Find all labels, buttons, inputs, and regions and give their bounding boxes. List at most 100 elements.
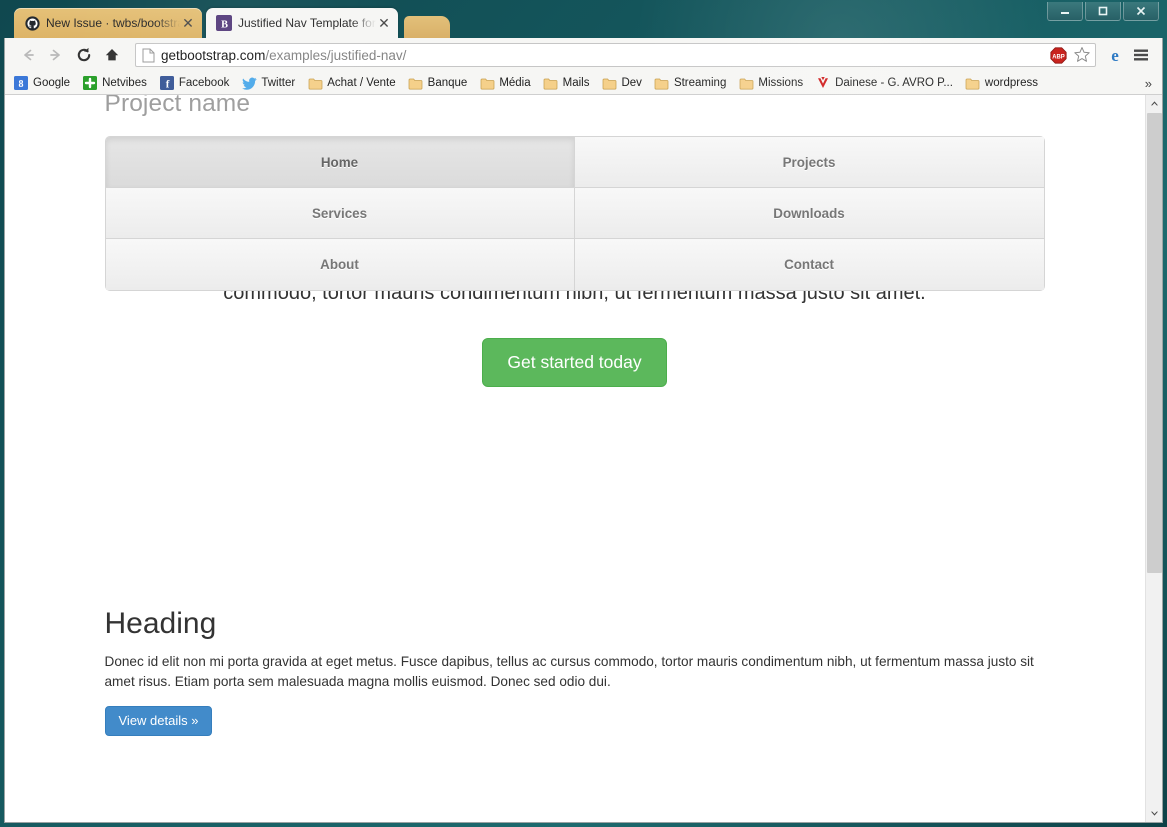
nav-item-contact[interactable]: Contact: [574, 239, 1044, 290]
bookmark-dev[interactable]: Dev: [601, 75, 642, 91]
bookmark-facebook[interactable]: f Facebook: [159, 75, 230, 91]
close-icon[interactable]: ✕: [180, 16, 196, 30]
get-started-button[interactable]: Get started today: [482, 338, 667, 388]
page-document-icon: [142, 48, 155, 63]
scroll-down-arrow-icon[interactable]: [1146, 805, 1162, 822]
marketing-section: Heading Donec id elit non mi porta gravi…: [104, 607, 1045, 736]
bookmark-banque[interactable]: Banque: [408, 75, 468, 91]
nav-item-label: Contact: [784, 257, 834, 272]
maximize-button[interactable]: [1085, 2, 1121, 21]
browser-tab-github[interactable]: New Issue · twbs/bootstra ✕: [14, 8, 202, 38]
folder-icon: [738, 75, 754, 91]
folder-icon: [408, 75, 424, 91]
marketing-sections: Heading Donec id elit non mi porta gravi…: [104, 607, 1045, 822]
folder-icon: [479, 75, 495, 91]
view-details-button[interactable]: View details »: [104, 705, 213, 736]
folder-icon: [965, 75, 981, 91]
new-tab-button[interactable]: [404, 16, 450, 38]
bookmarks-overflow-button[interactable]: »: [1145, 76, 1154, 91]
hamburger-menu-icon[interactable]: [1128, 42, 1154, 68]
netvibes-icon: [82, 75, 98, 91]
address-bar[interactable]: getbootstrap.com/examples/justified-nav/…: [135, 43, 1096, 67]
home-icon[interactable]: [99, 42, 125, 68]
facebook-icon: f: [159, 75, 175, 91]
folder-icon: [543, 75, 559, 91]
bookmark-label: Dainese - G. AVRO P...: [835, 77, 953, 89]
folder-icon: [654, 75, 670, 91]
nav-item-projects[interactable]: Projects: [574, 137, 1044, 188]
browser-window: New Issue · twbs/bootstra ✕ B Justified …: [0, 0, 1167, 827]
bookmark-label: Missions: [758, 77, 804, 89]
url-text: getbootstrap.com/examples/justified-nav/: [161, 48, 1046, 63]
bookmark-google[interactable]: 8 Google: [13, 75, 70, 91]
nav-item-about[interactable]: About: [105, 239, 575, 290]
bootstrap-icon: B: [216, 15, 232, 31]
window-controls: [1047, 2, 1159, 21]
bookmark-label: Média: [499, 77, 531, 89]
bookmark-twitter[interactable]: Twitter: [241, 75, 295, 91]
bookmark-label: Dev: [621, 77, 642, 89]
tab-strip: New Issue · twbs/bootstra ✕ B Justified …: [0, 0, 1167, 38]
main-navigation: Home Projects Services Downloads About C…: [104, 136, 1045, 291]
masthead: Project name Home Projects Services Down…: [104, 95, 1045, 291]
svg-text:8: 8: [19, 79, 24, 90]
nav-item-services[interactable]: Services: [105, 188, 575, 239]
bookmark-achat-vente[interactable]: Achat / Vente: [307, 75, 396, 91]
bookmark-label: Netvibes: [102, 77, 147, 89]
url-host: getbootstrap.com: [161, 47, 266, 63]
adblock-plus-icon[interactable]: ABP: [1050, 46, 1067, 64]
vertical-scrollbar[interactable]: [1145, 95, 1162, 822]
minimize-button[interactable]: [1047, 2, 1083, 21]
nav-item-label: Services: [311, 205, 368, 221]
bookmark-label: Google: [33, 77, 71, 89]
dainese-icon: [815, 75, 831, 91]
browser-tab-bootstrap[interactable]: B Justified Nav Template for ✕: [206, 8, 398, 38]
nav-item-home[interactable]: Home: [105, 137, 575, 188]
tab-title: Justified Nav Template for: [238, 16, 376, 30]
forward-arrow-icon[interactable]: [43, 42, 69, 68]
bookmark-missions[interactable]: Missions: [738, 75, 803, 91]
bookmark-label: Mails: [562, 77, 590, 89]
nav-item-label: Projects: [782, 154, 836, 170]
section-body: Donec id elit non mi porta gravida at eg…: [104, 654, 1034, 689]
close-button[interactable]: [1123, 2, 1159, 21]
bookmark-label: Streaming: [673, 77, 727, 89]
marketing-section: Heading Donec id elit non mi porta gravi…: [105, 820, 1045, 822]
browser-toolbar: getbootstrap.com/examples/justified-nav/…: [5, 38, 1162, 72]
bookmark-label: Banque: [427, 77, 468, 89]
bookmark-label: Twitter: [261, 77, 296, 89]
tab-title: New Issue · twbs/bootstra: [46, 16, 180, 30]
page-title: Project name: [104, 95, 251, 117]
page-container: Marketing stuff! Cras justo odio, dapibu…: [104, 95, 1045, 822]
bookmark-media[interactable]: Média: [479, 75, 531, 91]
bookmark-label: Facebook: [178, 77, 230, 89]
extension-icon[interactable]: e: [1102, 42, 1128, 68]
svg-text:ABP: ABP: [1052, 54, 1065, 60]
svg-text:f: f: [166, 79, 170, 91]
scrollbar-thumb[interactable]: [1147, 113, 1162, 573]
close-icon[interactable]: ✕: [376, 16, 392, 30]
twitter-icon: [241, 75, 257, 91]
reload-icon[interactable]: [71, 42, 97, 68]
back-arrow-icon[interactable]: [15, 42, 41, 68]
google-icon: 8: [13, 75, 29, 91]
nav-item-downloads[interactable]: Downloads: [574, 188, 1044, 239]
bookmark-label: wordpress: [984, 77, 1038, 89]
bookmark-mails[interactable]: Mails: [543, 75, 590, 91]
url-path: /examples/justified-nav/: [265, 47, 407, 63]
bookmark-streaming[interactable]: Streaming: [654, 75, 726, 91]
nav-item-label: Downloads: [773, 205, 845, 221]
scroll-up-arrow-icon[interactable]: [1146, 95, 1162, 112]
bookmark-netvibes[interactable]: Netvibes: [82, 75, 147, 91]
star-icon[interactable]: [1073, 46, 1091, 64]
bookmark-dainese[interactable]: Dainese - G. AVRO P...: [815, 75, 953, 91]
browser-chrome: getbootstrap.com/examples/justified-nav/…: [4, 38, 1163, 823]
github-icon: [24, 15, 40, 31]
svg-text:e: e: [1111, 46, 1119, 65]
section-heading: Heading: [105, 820, 1045, 822]
folder-icon: [307, 75, 323, 91]
folder-icon: [601, 75, 617, 91]
bookmark-wordpress[interactable]: wordpress: [965, 75, 1038, 91]
bookmarks-bar: 8 Google Netvibes f Facebook Twitter Ach…: [5, 72, 1162, 95]
section-heading: Heading: [104, 607, 217, 640]
